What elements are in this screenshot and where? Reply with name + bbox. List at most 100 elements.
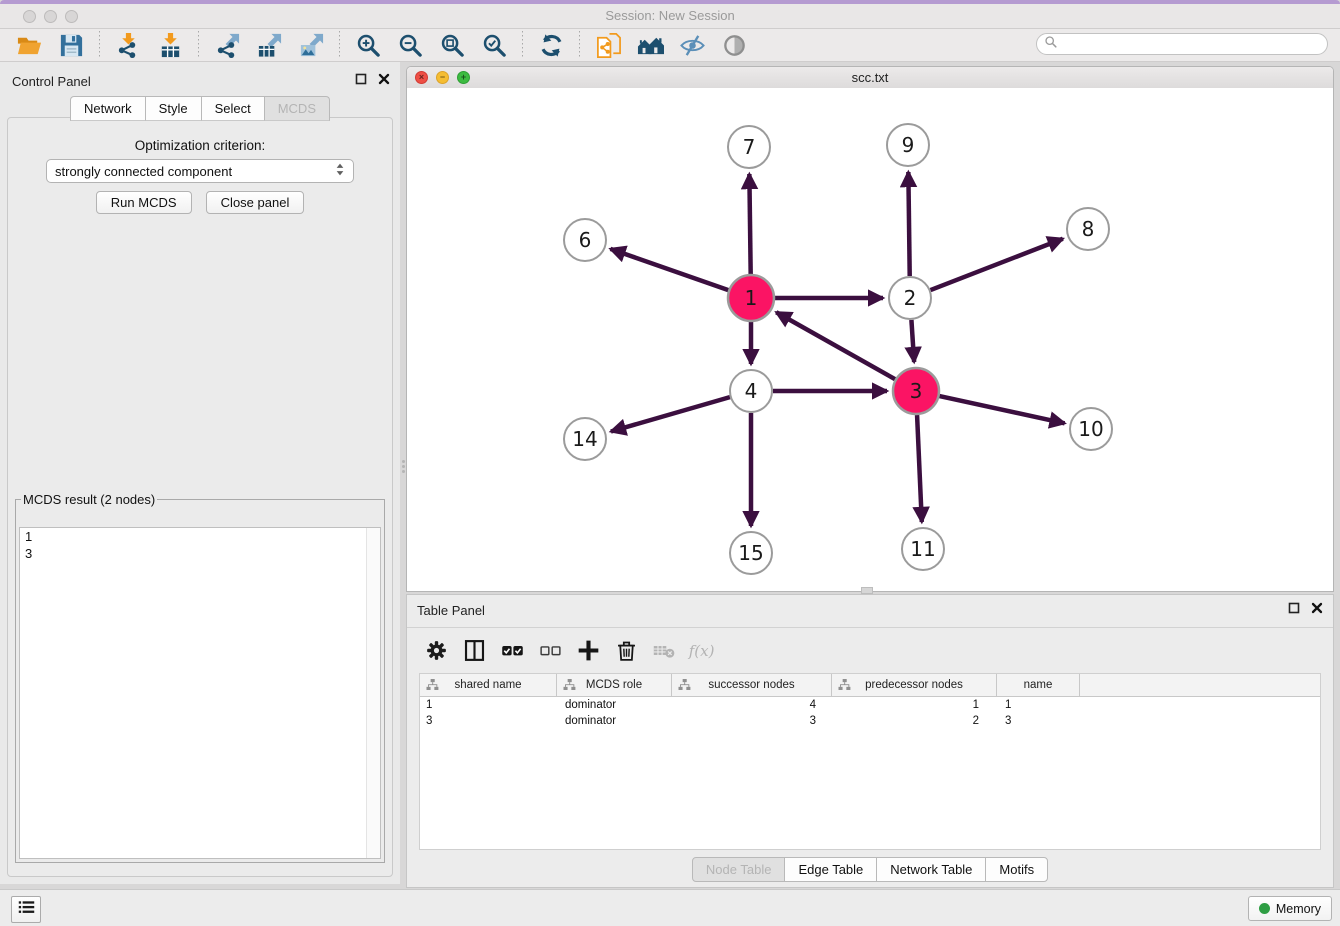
column-header-shared-name[interactable]: shared name bbox=[420, 674, 557, 696]
memory-button[interactable]: Memory bbox=[1248, 896, 1332, 921]
export-table-icon[interactable] bbox=[252, 30, 286, 60]
table-cell[interactable]: 1 bbox=[420, 699, 557, 711]
table-cell[interactable]: 3 bbox=[997, 715, 1080, 727]
column-header-name[interactable]: name bbox=[997, 674, 1080, 696]
tree-icon bbox=[678, 679, 691, 694]
plus-icon[interactable] bbox=[573, 635, 603, 665]
memory-label: Memory bbox=[1276, 902, 1321, 916]
graph-node-8[interactable]: 8 bbox=[1067, 208, 1109, 250]
graph-node-14[interactable]: 14 bbox=[564, 418, 606, 460]
table-row[interactable]: 1dominator411 bbox=[420, 697, 1320, 713]
svg-text:4: 4 bbox=[745, 379, 758, 403]
tab-motifs[interactable]: Motifs bbox=[985, 857, 1048, 882]
zoom-out-icon[interactable] bbox=[393, 30, 427, 60]
close-panel-icon[interactable] bbox=[377, 72, 390, 85]
table-cell[interactable]: 3 bbox=[420, 715, 557, 727]
tab-mcds[interactable]: MCDS bbox=[264, 96, 330, 121]
task-history-button[interactable] bbox=[11, 896, 41, 923]
graph-node-3[interactable]: 3 bbox=[893, 368, 939, 414]
float-panel-icon[interactable] bbox=[354, 72, 367, 85]
network-canvas[interactable]: 1 2 3 4 6 7 8 9 10 11 14 15 bbox=[407, 88, 1333, 591]
graph-edge-3-1[interactable] bbox=[776, 312, 895, 379]
column-header-successor-nodes[interactable]: successor nodes bbox=[672, 674, 832, 696]
network-graph[interactable]: 1 2 3 4 6 7 8 9 10 11 14 15 bbox=[407, 88, 1333, 591]
control-panel: Control Panel NetworkStyleSelectMCDS Opt… bbox=[0, 62, 400, 884]
graph-edge-1-7[interactable] bbox=[749, 174, 750, 274]
split-columns-icon[interactable] bbox=[459, 635, 489, 665]
table-panel-title: Table Panel bbox=[417, 603, 485, 618]
tab-select[interactable]: Select bbox=[201, 96, 265, 121]
float-table-panel-icon[interactable] bbox=[1287, 601, 1300, 614]
tab-style[interactable]: Style bbox=[145, 96, 202, 121]
eye-slash-icon[interactable] bbox=[675, 30, 709, 60]
graph-edge-2-9[interactable] bbox=[908, 172, 909, 276]
tab-network[interactable]: Network bbox=[70, 96, 146, 121]
table-cell[interactable]: dominator bbox=[557, 715, 672, 727]
graph-node-6[interactable]: 6 bbox=[564, 219, 606, 261]
unchecked-boxes-icon[interactable] bbox=[535, 635, 565, 665]
svg-text:11: 11 bbox=[910, 537, 935, 561]
toolbar-separator bbox=[99, 31, 100, 59]
zoom-in-icon[interactable] bbox=[351, 30, 385, 60]
gear-icon[interactable] bbox=[421, 635, 451, 665]
table-body: 1dominator4113dominator323 bbox=[420, 697, 1320, 729]
trash-icon[interactable] bbox=[611, 635, 641, 665]
search-input[interactable] bbox=[1062, 34, 1327, 54]
tab-network-table[interactable]: Network Table bbox=[876, 857, 986, 882]
graph-edge-2-8[interactable] bbox=[931, 239, 1063, 290]
graph-edge-4-14[interactable] bbox=[611, 397, 730, 431]
table-cell[interactable]: 3 bbox=[672, 715, 832, 727]
houses-icon[interactable] bbox=[633, 30, 667, 60]
criterion-select[interactable]: strongly connected component bbox=[46, 159, 354, 183]
refresh-icon[interactable] bbox=[534, 30, 568, 60]
close-table-panel-icon[interactable] bbox=[1310, 601, 1323, 614]
export-network-icon[interactable] bbox=[210, 30, 244, 60]
table-cell[interactable]: 2 bbox=[832, 715, 997, 727]
import-network-icon[interactable] bbox=[111, 30, 145, 60]
graph-edge-1-6[interactable] bbox=[610, 249, 728, 290]
export-image-icon[interactable] bbox=[294, 30, 328, 60]
svg-text:14: 14 bbox=[572, 427, 597, 451]
column-header-MCDS-role[interactable]: MCDS role bbox=[557, 674, 672, 696]
graph-node-10[interactable]: 10 bbox=[1070, 408, 1112, 450]
graph-node-11[interactable]: 11 bbox=[902, 528, 944, 570]
zoom-selected-icon[interactable] bbox=[477, 30, 511, 60]
svg-text:3: 3 bbox=[910, 379, 923, 403]
toolbar-separator bbox=[198, 31, 199, 59]
run-mcds-button[interactable]: Run MCDS bbox=[96, 191, 192, 214]
close-panel-button[interactable]: Close panel bbox=[206, 191, 305, 214]
network-window-titlebar[interactable]: × − + scc.txt bbox=[407, 67, 1333, 89]
graph-node-15[interactable]: 15 bbox=[730, 532, 772, 574]
document-network-icon[interactable] bbox=[591, 30, 625, 60]
column-header-predecessor-nodes[interactable]: predecessor nodes bbox=[832, 674, 997, 696]
tab-edge-table[interactable]: Edge Table bbox=[784, 857, 877, 882]
mcds-result-text[interactable]: 13 bbox=[19, 527, 381, 859]
graph-edge-3-11[interactable] bbox=[917, 415, 922, 522]
tab-node-table[interactable]: Node Table bbox=[692, 857, 786, 882]
graph-edge-3-10[interactable] bbox=[939, 396, 1064, 423]
graph-edge-2-3[interactable] bbox=[911, 320, 914, 362]
mcds-result-line: 3 bbox=[20, 545, 380, 562]
table-cell[interactable]: 1 bbox=[997, 699, 1080, 711]
half-circle-eye-icon[interactable] bbox=[717, 30, 751, 60]
table-row[interactable]: 3dominator323 bbox=[420, 713, 1320, 729]
graph-node-7[interactable]: 7 bbox=[728, 126, 770, 168]
table-cell[interactable]: 4 bbox=[672, 699, 832, 711]
graph-node-2[interactable]: 2 bbox=[889, 277, 931, 319]
table-toolbar: f(x) bbox=[421, 631, 725, 669]
network-window-title: scc.txt bbox=[407, 70, 1333, 85]
save-floppy-icon[interactable] bbox=[54, 30, 88, 60]
import-table-icon[interactable] bbox=[153, 30, 187, 60]
result-scrollbar[interactable] bbox=[366, 528, 380, 858]
table-cell[interactable]: dominator bbox=[557, 699, 672, 711]
checked-boxes-icon[interactable] bbox=[497, 635, 527, 665]
table-cell[interactable]: 1 bbox=[832, 699, 997, 711]
node-table: shared nameMCDS rolesuccessor nodesprede… bbox=[419, 673, 1321, 850]
zoom-fit-icon[interactable] bbox=[435, 30, 469, 60]
graph-node-4[interactable]: 4 bbox=[730, 370, 772, 412]
folder-open-icon[interactable] bbox=[12, 30, 46, 60]
graph-node-1[interactable]: 1 bbox=[728, 275, 774, 321]
graph-node-9[interactable]: 9 bbox=[887, 124, 929, 166]
horizontal-splitter-grip[interactable] bbox=[861, 587, 873, 594]
search-box[interactable] bbox=[1036, 33, 1328, 55]
